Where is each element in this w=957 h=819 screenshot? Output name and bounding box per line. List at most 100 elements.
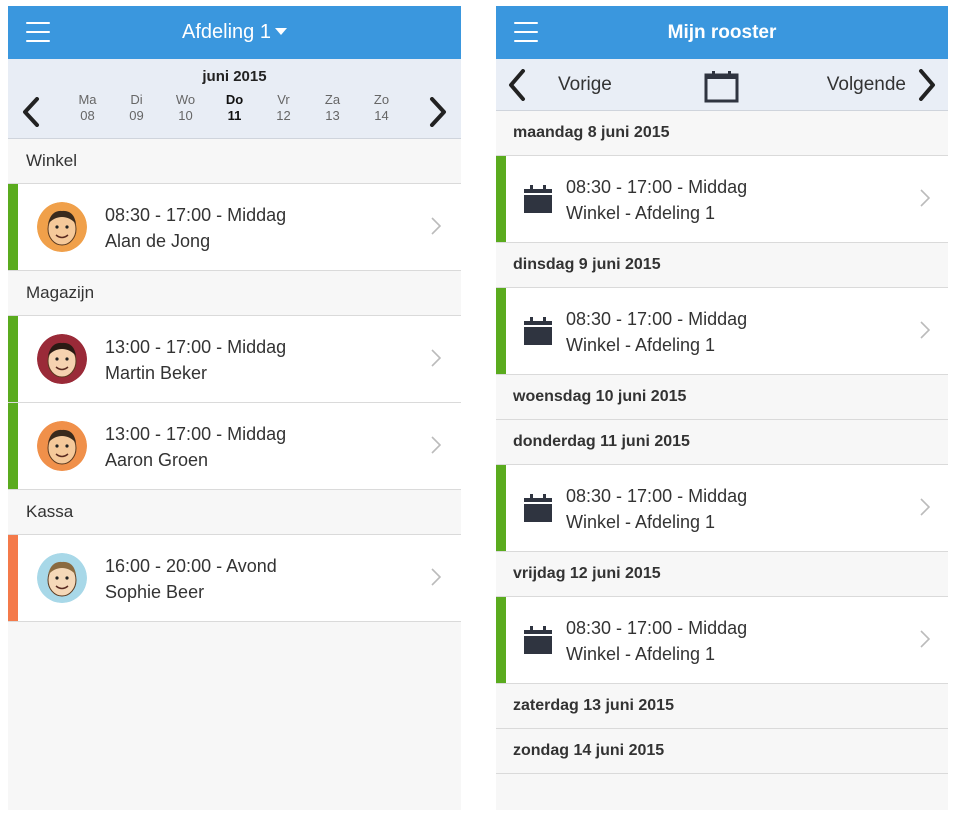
calendar-icon[interactable] xyxy=(704,70,739,103)
navbar: Afdeling 1 xyxy=(8,6,461,59)
avatar xyxy=(37,202,87,252)
menu-icon[interactable] xyxy=(26,22,50,42)
day-zo[interactable]: Zo 14 xyxy=(357,92,406,124)
department-selector[interactable]: Afdeling 1 xyxy=(182,21,287,44)
day-header: zaterdag 13 juni 2015 xyxy=(496,684,948,729)
status-stripe xyxy=(8,184,18,270)
status-stripe xyxy=(8,403,18,489)
day-name: Vr xyxy=(277,92,290,107)
day-name: Ma xyxy=(78,92,97,107)
my-shift-list: maandag 8 juni 2015 08:30 - 17:00 - Midda… xyxy=(496,111,948,774)
section-header-magazijn: Magazijn xyxy=(8,271,461,316)
my-shift-row[interactable]: 08:30 - 17:00 - Middag Winkel - Afdeling … xyxy=(496,465,948,552)
section-header-winkel: Winkel xyxy=(8,139,461,184)
day-number: 13 xyxy=(325,108,340,123)
chevron-right-icon xyxy=(920,630,931,648)
day-wo[interactable]: Wo 10 xyxy=(161,92,210,124)
day-di[interactable]: Di 09 xyxy=(112,92,161,124)
previous-button[interactable]: Vorige xyxy=(508,69,612,101)
day-header: vrijdag 12 juni 2015 xyxy=(496,552,948,597)
next-button[interactable]: Volgende xyxy=(827,69,936,101)
status-stripe xyxy=(496,156,506,242)
chevron-right-icon[interactable] xyxy=(428,97,448,127)
my-shift-row[interactable]: 08:30 - 17:00 - Middag Winkel - Afdeling … xyxy=(496,156,948,243)
shift-row[interactable]: 13:00 - 17:00 - Middag Aaron Groen xyxy=(8,403,461,490)
status-stripe xyxy=(8,535,18,621)
shift-time: 08:30 - 17:00 - Middag xyxy=(105,205,287,225)
chevron-right-icon xyxy=(920,498,931,516)
my-schedule-screen: Mijn rooster Vorige Volgende maandag 8 j… xyxy=(496,6,948,810)
day-header: maandag 8 juni 2015 xyxy=(496,111,948,156)
caret-down-icon xyxy=(274,28,287,36)
shift-place: Winkel - Afdeling 1 xyxy=(566,644,716,664)
chevron-right-icon xyxy=(431,349,442,367)
shift-time: 08:30 - 17:00 - Middag xyxy=(566,309,748,329)
shift-text: 08:30 - 17:00 - Middag Winkel - Afdeling … xyxy=(566,483,747,535)
day-header: zondag 14 juni 2015 xyxy=(496,729,948,774)
day-ma[interactable]: Ma 08 xyxy=(63,92,112,124)
chevron-right-icon xyxy=(920,321,931,339)
shift-person: Sophie Beer xyxy=(105,582,205,602)
shift-list: Winkel 08:30 - 17:00 - Middag Alan de Jong… xyxy=(8,139,461,622)
day-name: Zo xyxy=(373,92,390,107)
day-number: 11 xyxy=(227,108,242,123)
day-name: Wo xyxy=(175,92,196,107)
shift-place: Winkel - Afdeling 1 xyxy=(566,512,716,532)
nav-title: Afdeling 1 xyxy=(182,21,271,43)
navbar: Mijn rooster xyxy=(496,6,948,59)
avatar xyxy=(37,553,87,603)
shift-time: 13:00 - 17:00 - Middag xyxy=(105,337,287,357)
day-header: dinsdag 9 juni 2015 xyxy=(496,243,948,288)
day-header: donderdag 11 juni 2015 xyxy=(496,420,948,465)
status-stripe xyxy=(8,316,18,402)
chevron-right-icon xyxy=(919,69,935,101)
shift-person: Alan de Jong xyxy=(105,231,211,251)
shift-text: 13:00 - 17:00 - Middag Martin Beker xyxy=(105,334,286,386)
avatar xyxy=(37,421,87,471)
day-vr[interactable]: Vr 12 xyxy=(259,92,308,124)
day-do[interactable]: Do 11 xyxy=(210,92,259,124)
shift-person: Martin Beker xyxy=(105,363,208,383)
nav-title: Mijn rooster xyxy=(667,21,777,43)
shift-time: 13:00 - 17:00 - Middag xyxy=(105,424,287,444)
shift-row[interactable]: 16:00 - 20:00 - Avond Sophie Beer xyxy=(8,535,461,622)
day-number: 08 xyxy=(80,108,95,123)
shift-text: 08:30 - 17:00 - Middag Alan de Jong xyxy=(105,202,286,254)
previous-label: Vorige xyxy=(558,74,612,95)
my-shift-row[interactable]: 08:30 - 17:00 - Middag Winkel - Afdeling … xyxy=(496,597,948,684)
my-shift-row[interactable]: 08:30 - 17:00 - Middag Winkel - Afdeling … xyxy=(496,288,948,375)
status-stripe xyxy=(496,465,506,551)
week-picker: juni 2015 Ma 08 Di 09 Wo 10 Do 11 Vr 12 Za 13 Zo 14 xyxy=(8,59,461,139)
shift-place: Winkel - Afdeling 1 xyxy=(566,203,716,223)
chevron-right-icon xyxy=(920,189,931,207)
next-label: Volgende xyxy=(826,74,906,95)
day-number: 09 xyxy=(129,108,144,123)
shift-place: Winkel - Afdeling 1 xyxy=(566,335,716,355)
calendar-icon xyxy=(523,184,553,214)
calendar-icon xyxy=(523,493,553,523)
day-name: Di xyxy=(130,92,143,107)
shift-row[interactable]: 08:30 - 17:00 - Middag Alan de Jong xyxy=(8,184,461,271)
section-header-kassa: Kassa xyxy=(8,490,461,535)
shift-time: 16:00 - 20:00 - Avond xyxy=(105,556,277,576)
shift-row[interactable]: 13:00 - 17:00 - Middag Martin Beker xyxy=(8,316,461,403)
day-za[interactable]: Za 13 xyxy=(308,92,357,124)
day-number: 14 xyxy=(374,108,389,123)
shift-text: 13:00 - 17:00 - Middag Aaron Groen xyxy=(105,421,286,473)
status-stripe xyxy=(496,288,506,374)
shift-text: 08:30 - 17:00 - Middag Winkel - Afdeling … xyxy=(566,174,747,226)
status-stripe xyxy=(496,597,506,683)
day-strip: Ma 08 Di 09 Wo 10 Do 11 Vr 12 Za 13 Zo 14 xyxy=(63,92,406,124)
shift-text: 16:00 - 20:00 - Avond Sophie Beer xyxy=(105,553,277,605)
chevron-left-icon[interactable] xyxy=(21,97,41,127)
shift-time: 08:30 - 17:00 - Middag xyxy=(566,486,748,506)
shift-time: 08:30 - 17:00 - Middag xyxy=(566,177,748,197)
day-header: woensdag 10 juni 2015 xyxy=(496,375,948,420)
week-toolbar: Vorige Volgende xyxy=(496,59,948,111)
shift-text: 08:30 - 17:00 - Middag Winkel - Afdeling … xyxy=(566,615,747,667)
day-number: 12 xyxy=(276,108,291,123)
chevron-left-icon xyxy=(509,69,525,101)
menu-icon[interactable] xyxy=(514,22,538,42)
shift-text: 08:30 - 17:00 - Middag Winkel - Afdeling … xyxy=(566,306,747,358)
day-number: 10 xyxy=(178,108,193,123)
